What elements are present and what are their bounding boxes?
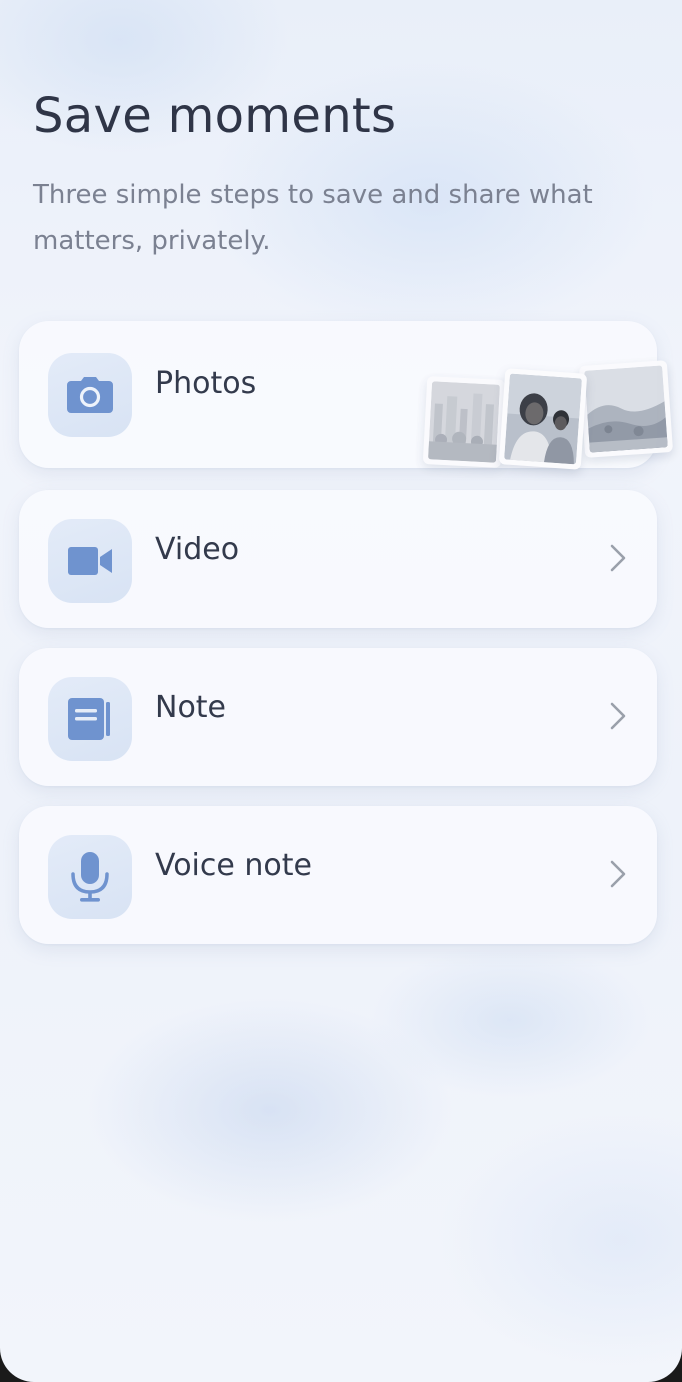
notebook-icon [68, 698, 110, 740]
note-label: Note [155, 690, 227, 725]
couple-portrait-photo [498, 368, 588, 470]
photos-label: Photos [155, 366, 257, 401]
video-camera-icon [68, 547, 112, 575]
page-title: Save moments [33, 88, 397, 144]
video-label: Video [155, 532, 240, 567]
chevron-right-icon [610, 860, 626, 888]
video-icon-tile [48, 519, 132, 603]
page-subtitle: Three simple steps to save and share wha… [33, 180, 593, 256]
note-icon-tile [48, 677, 132, 761]
voice-note-option-card[interactable]: Voice note [19, 806, 657, 944]
landscape-photo [578, 360, 674, 458]
city-crowd-photo [422, 376, 506, 468]
camera-icon [67, 377, 113, 413]
photos-icon-tile [48, 353, 132, 437]
chevron-right-icon [610, 544, 626, 572]
note-option-card[interactable]: Note [19, 648, 657, 786]
photos-option-card[interactable]: Photos [19, 321, 674, 470]
save-moments-screen: Save moments Three simple steps to save … [0, 0, 682, 1382]
video-option-card[interactable]: Video [19, 490, 657, 628]
chevron-right-icon [610, 702, 626, 730]
microphone-icon [71, 852, 109, 902]
voice-note-label: Voice note [155, 848, 312, 883]
voice-note-icon-tile [48, 835, 132, 919]
